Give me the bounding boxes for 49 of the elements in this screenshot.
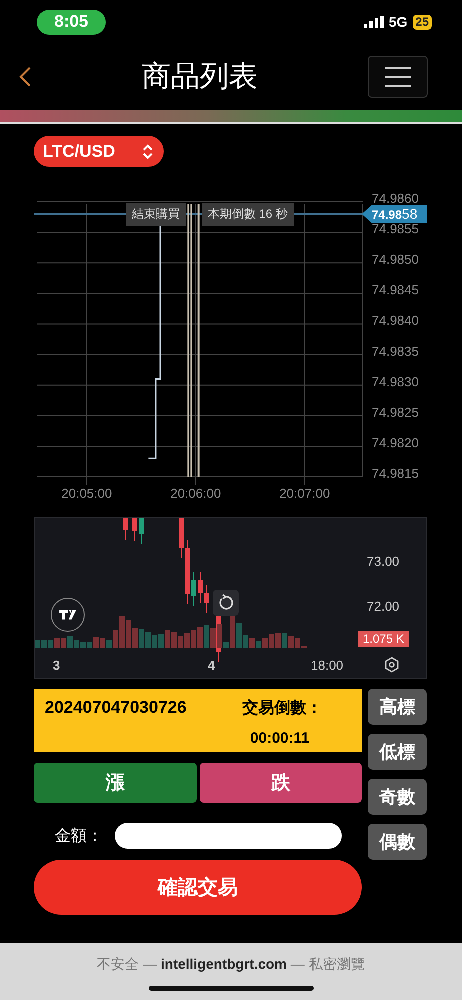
settings-icon[interactable] — [384, 657, 400, 673]
time-label: 4 — [208, 658, 216, 673]
price-tag: 74.9858 — [362, 205, 427, 224]
menu-button[interactable] — [368, 56, 428, 98]
battery-level: 25 — [412, 14, 432, 30]
clock-time: 8:05 — [37, 10, 106, 34]
back-icon[interactable] — [18, 66, 32, 88]
order-number: 202407047030726 — [45, 698, 188, 719]
axis-label: 20:05:00 — [62, 486, 112, 501]
option-button[interactable]: 偶數 — [368, 824, 427, 860]
axis-label: 74.9845 — [372, 282, 419, 298]
volume-tag: 1.075 K — [358, 631, 410, 647]
axis-label: 74.9825 — [372, 404, 419, 420]
axis-label: 74.9850 — [372, 252, 419, 268]
marker-label: 結束購買 — [126, 203, 186, 226]
axis-label: 74.9815 — [372, 466, 419, 481]
countdown-time: 00:00:11 — [249, 730, 311, 749]
sort-icon — [142, 144, 154, 160]
axis-label: 74.9820 — [372, 435, 419, 450]
axis-label: 74.9830 — [372, 374, 419, 390]
price-label: 73.00 — [367, 554, 400, 569]
marker-label: 本期倒數 16 秒 — [202, 203, 294, 226]
amount-label: 金額： — [55, 826, 103, 846]
network-type: 5G — [388, 14, 408, 30]
candle — [123, 518, 128, 540]
axis-label: 74.9855 — [372, 222, 419, 237]
candle — [132, 518, 137, 542]
axis-label: 20:07:00 — [280, 486, 330, 501]
fall-button[interactable]: 跌 — [200, 763, 362, 803]
signal-icon — [364, 16, 384, 28]
option-button[interactable]: 低標 — [368, 734, 427, 770]
axis-label: 74.9835 — [372, 344, 419, 359]
reset-icon[interactable] — [213, 590, 239, 616]
logo-icon — [51, 598, 85, 632]
axis-label: 74.9840 — [372, 313, 419, 328]
countdown-label: 交易倒數： — [242, 698, 324, 719]
page-title: 商品列表 — [142, 60, 258, 95]
amount-field[interactable] — [115, 823, 342, 849]
price-label: 72.00 — [367, 599, 400, 614]
time-label: 18:00 — [311, 658, 344, 673]
time-label: 3 — [53, 658, 60, 673]
candle — [139, 518, 144, 544]
axis-label: 74.9860 — [372, 191, 419, 206]
rise-button[interactable]: 漲 — [34, 763, 196, 803]
option-button[interactable]: 高標 — [368, 689, 427, 725]
option-button[interactable]: 奇數 — [368, 779, 427, 815]
confirm-button[interactable]: 確認交易 — [34, 860, 362, 915]
pair-selector[interactable]: LTC/USD — [34, 136, 164, 167]
axis-label: 20:06:00 — [170, 486, 222, 501]
